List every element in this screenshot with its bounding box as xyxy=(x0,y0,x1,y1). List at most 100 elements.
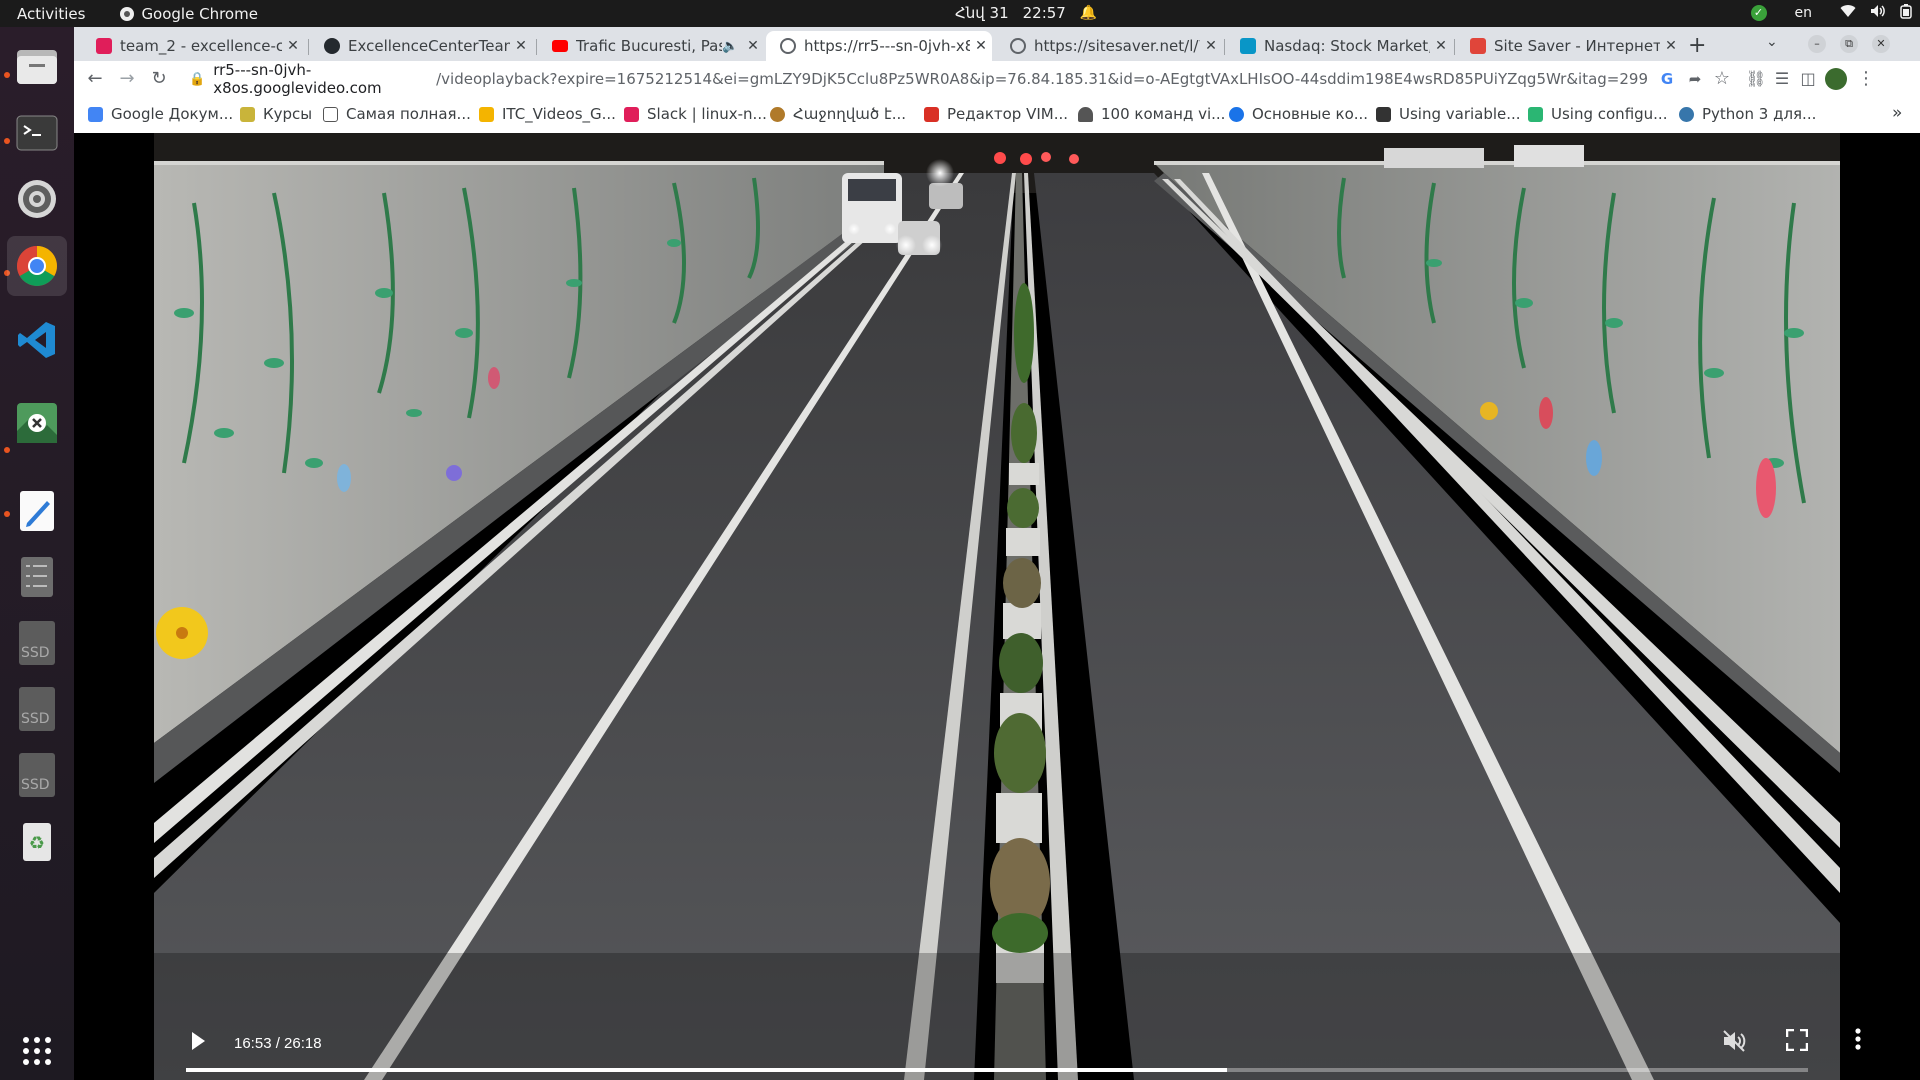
progress-bar[interactable] xyxy=(186,1068,1808,1072)
github-icon xyxy=(324,38,340,54)
editor-icon xyxy=(924,106,939,122)
sitesaver-icon xyxy=(1470,38,1486,54)
tab-sitesaver-link[interactable]: https://sitesaver.net/l/7 ✕ xyxy=(996,31,1222,61)
bookmark-star-icon[interactable]: ☆ xyxy=(1710,67,1734,91)
fullscreen-icon[interactable] xyxy=(1785,1028,1809,1055)
vscode-dock-item[interactable] xyxy=(13,316,61,364)
minimize-icon[interactable]: – xyxy=(1808,35,1826,53)
reload-icon[interactable]: ↻ xyxy=(147,67,171,91)
bookmark-label: Редактор VIM... xyxy=(947,105,1069,123)
ssd-drive-dock-item[interactable]: SSD xyxy=(13,685,61,733)
app-name: Google Chrome xyxy=(141,4,258,23)
play-icon[interactable] xyxy=(190,1031,206,1055)
video-controls: 16:53 / 26:18 xyxy=(154,1013,1861,1080)
back-icon[interactable]: ← xyxy=(83,67,107,91)
more-options-icon[interactable] xyxy=(1854,1027,1862,1055)
bookmark-item[interactable]: Редактор VIM... xyxy=(924,105,1068,123)
clock[interactable]: Հնվ 31 22:57 🔔 xyxy=(955,4,1097,22)
bookmark-item[interactable]: ITC_Videos_G... xyxy=(479,105,616,123)
system-tray[interactable]: ✓ en xyxy=(1750,3,1913,23)
trash-dock-item[interactable]: ♻ xyxy=(13,817,61,865)
tab-slack[interactable]: team_2 - excellence-cent ✕ xyxy=(82,31,304,61)
tab-title: team_2 - excellence-cent xyxy=(120,37,282,55)
more-bookmarks-icon[interactable]: » xyxy=(1892,103,1902,123)
tab-separator xyxy=(1224,39,1225,55)
bookmark-item[interactable]: Google Докум... xyxy=(88,105,233,123)
ssd-drive-dock-item[interactable]: SSD xyxy=(13,751,61,799)
keyboard-language[interactable]: en xyxy=(1795,5,1813,21)
share-icon[interactable]: ➦ xyxy=(1683,67,1707,91)
python-icon xyxy=(1679,106,1694,122)
ssd-drive-dock-item[interactable]: SSD xyxy=(13,619,61,667)
close-window-icon[interactable]: ✕ xyxy=(1872,35,1890,53)
tab-title: Trafic Bucuresti, Pas xyxy=(576,37,722,55)
terminal-icon xyxy=(13,108,61,156)
close-tab-icon[interactable]: ✕ xyxy=(1430,38,1452,54)
close-tab-icon[interactable]: ✕ xyxy=(510,38,532,54)
bookmark-item[interactable]: Using configu... xyxy=(1528,105,1667,123)
tab-nasdaq[interactable]: Nasdaq: Stock Market, D ✕ xyxy=(1226,31,1452,61)
show-apps-dock-item[interactable] xyxy=(13,1027,61,1075)
bookmark-item[interactable]: Python 3 для... xyxy=(1679,105,1816,123)
activities-button[interactable]: Activities xyxy=(0,5,102,23)
tab-videoplayback[interactable]: https://rr5---sn-0jvh-x8o ✕ xyxy=(766,31,992,61)
close-tab-icon[interactable]: ✕ xyxy=(1200,38,1222,54)
update-status-icon[interactable]: ✓ xyxy=(1750,5,1767,21)
lock-icon[interactable]: 🔒 xyxy=(189,72,205,87)
volume-icon xyxy=(1870,4,1886,22)
bookmark-label: ITC_Videos_G... xyxy=(502,105,616,123)
tab-title: https://sitesaver.net/l/7 xyxy=(1034,37,1200,55)
video-frame[interactable] xyxy=(154,133,1840,1080)
time-label: 22:57 xyxy=(1022,4,1066,22)
ssd-drive-icon: SSD xyxy=(13,751,61,799)
close-tab-icon[interactable]: ✕ xyxy=(1660,38,1682,54)
road-underpass-scene xyxy=(154,133,1840,1080)
forward-icon[interactable]: → xyxy=(115,67,139,91)
bookmarks-bar: Google Докум... Курсы Самая полная... IT… xyxy=(74,97,1920,134)
slack-icon xyxy=(96,38,112,54)
ssd-label: SSD xyxy=(21,777,50,793)
tab-sitesaver[interactable]: Site Saver - Интернет-м ✕ xyxy=(1456,31,1682,61)
site-icon xyxy=(1528,106,1543,122)
dock: SSD SSD SSD ♻ xyxy=(0,27,74,1080)
bookmark-item[interactable]: Курсы xyxy=(240,105,312,123)
bookmark-item[interactable]: 100 команд vi... xyxy=(1078,105,1225,123)
close-tab-icon[interactable]: ✕ xyxy=(282,38,304,54)
settings-dock-item[interactable] xyxy=(13,175,61,223)
bookmark-item[interactable]: Основные ко... xyxy=(1229,105,1368,123)
extensions-icon[interactable]: ⛓ xyxy=(1744,67,1768,91)
close-tab-icon[interactable]: ✕ xyxy=(970,38,992,54)
vscode-icon xyxy=(13,316,61,364)
tab-github[interactable]: ExcellenceCenterTeam2 ✕ xyxy=(310,31,532,61)
mute-icon[interactable] xyxy=(1722,1029,1748,1057)
address-bar[interactable]: 🔒 rr5---sn-0jvh-x8os.googlevideo.com /vi… xyxy=(179,61,1649,97)
video-player[interactable]: 16:53 / 26:18 xyxy=(74,133,1920,1080)
tab-search-icon[interactable]: ⌄ xyxy=(1766,34,1778,50)
terminal-dock-item[interactable] xyxy=(13,108,61,156)
tab-title: Site Saver - Интернет-м xyxy=(1494,37,1660,55)
chrome-dock-item[interactable] xyxy=(7,236,67,296)
bookmark-item[interactable]: Самая полная... xyxy=(323,105,471,123)
profile-avatar[interactable] xyxy=(1825,68,1847,90)
new-tab-icon[interactable]: + xyxy=(1688,33,1706,58)
files-dock-item[interactable] xyxy=(13,42,61,90)
restore-icon[interactable]: ⧉ xyxy=(1840,35,1858,53)
bookmark-item[interactable]: Հաջողված է... xyxy=(770,105,906,123)
power-icon xyxy=(1900,3,1912,23)
text-editor-dock-item[interactable] xyxy=(13,487,61,535)
side-panel-icon[interactable]: ◫ xyxy=(1796,67,1820,91)
tab-youtube[interactable]: Trafic Bucuresti, Pas 🔈 ✕ xyxy=(538,31,764,61)
settings-icon xyxy=(13,175,61,223)
bookmark-item[interactable]: Using variable... xyxy=(1376,105,1521,123)
image-viewer-dock-item[interactable] xyxy=(13,399,61,447)
file-manager-dock-item[interactable] xyxy=(13,553,61,601)
app-menu[interactable]: Google Chrome xyxy=(120,5,258,23)
emblem-icon xyxy=(770,106,785,122)
audio-playing-icon[interactable]: 🔈 xyxy=(722,39,742,54)
google-lens-icon[interactable]: G xyxy=(1655,67,1679,91)
more-menu-icon[interactable]: ⋮ xyxy=(1854,67,1878,91)
bookmark-item[interactable]: Slack | linux-n... xyxy=(624,105,767,123)
media-controls-icon[interactable]: ☰ xyxy=(1770,67,1794,91)
tab-title: https://rr5---sn-0jvh-x8o xyxy=(804,37,970,55)
close-tab-icon[interactable]: ✕ xyxy=(742,38,764,54)
